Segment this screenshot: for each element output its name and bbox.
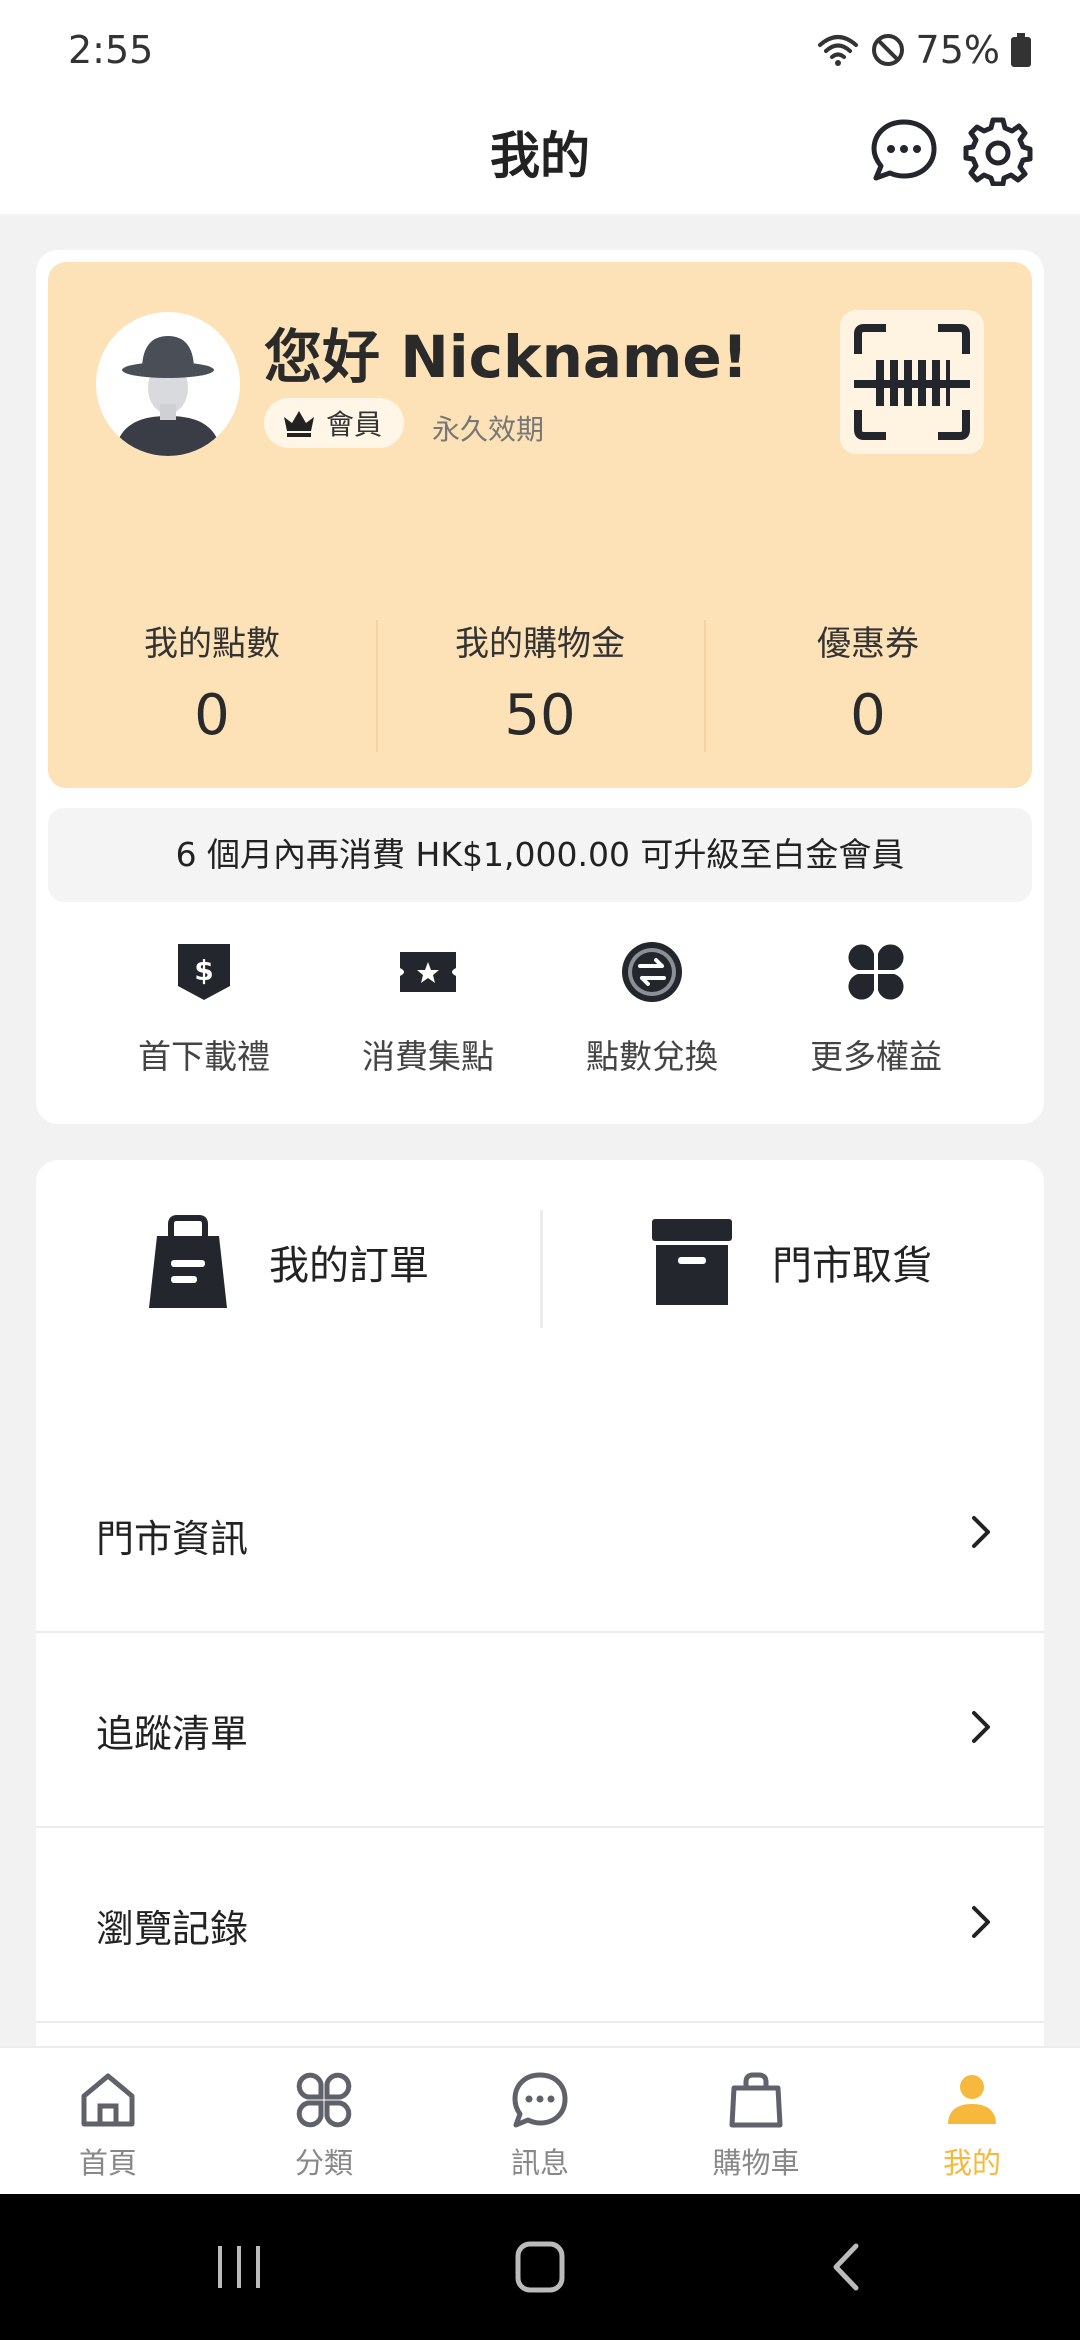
system-nav-bar [0, 2194, 1080, 2340]
tab-category[interactable]: 分類 [216, 2048, 432, 2194]
wifi-icon [817, 35, 858, 66]
tab-label: 購物車 [712, 2146, 800, 2180]
cart-icon [729, 2072, 783, 2128]
member-barcode-button[interactable] [840, 310, 984, 454]
stat-label: 優惠券 [817, 624, 919, 664]
my-orders-button[interactable]: 我的訂單 [36, 1160, 540, 1364]
stats-row: 我的點數 0 我的購物金 50 優惠券 0 [48, 612, 1032, 762]
stat-coupons[interactable]: 優惠券 0 [704, 612, 1032, 762]
category-icon [296, 2072, 352, 2128]
menu-item-label: 門市資訊 [96, 1517, 249, 1561]
home-icon [81, 2073, 135, 2127]
battery-percent: 75% [915, 28, 1000, 72]
benefit-label: 更多權益 [810, 1037, 942, 1076]
tab-profile[interactable]: 我的 [864, 2048, 1080, 2194]
stat-value: 0 [850, 683, 886, 748]
upgrade-notice: 6 個月內再消費 HK$1,000.00 可升級至白金會員 [48, 808, 1032, 902]
member-card: 您好 Nickname! 會員 永久效期 我的點數 0 我的購物金 50 優惠券… [36, 250, 1044, 1124]
tab-label: 我的 [942, 2146, 1001, 2180]
chevron-right-icon [972, 1516, 990, 1548]
order-shortcuts: 我的訂單 門市取貨 [36, 1160, 1044, 1364]
menu-item-label: 追蹤清單 [96, 1712, 249, 1756]
crown-icon [284, 411, 314, 437]
tab-label: 首頁 [78, 2146, 137, 2180]
my-orders-label: 我的訂單 [269, 1243, 429, 1289]
message-icon [512, 2072, 568, 2128]
store-pickup-label: 門市取貨 [772, 1243, 932, 1289]
status-time: 2:55 [68, 28, 154, 72]
stat-points[interactable]: 我的點數 0 [48, 612, 376, 762]
dollar-shield-icon: $ [178, 944, 230, 1000]
battery-icon [1011, 33, 1031, 67]
stat-label: 我的購物金 [455, 624, 625, 664]
profile-icon [948, 2075, 996, 2124]
barcode-scan-icon [854, 324, 970, 440]
benefit-label: 點數兌換 [586, 1037, 718, 1076]
svg-text:$: $ [194, 954, 213, 987]
menu-item-browsing-history[interactable]: 瀏覽記錄 [36, 1828, 1044, 2023]
benefit-label: 首下載禮 [138, 1037, 270, 1076]
bottom-tab-bar: 首頁 分類 訊息 購物車 我的 [0, 2046, 1080, 2194]
benefit-collect-points[interactable]: 消費集點 [316, 940, 540, 1090]
chevron-right-icon [972, 1711, 990, 1743]
back-nav-icon[interactable] [826, 2240, 866, 2294]
stat-label: 我的點數 [144, 624, 280, 664]
avatar-icon [96, 312, 240, 456]
menu-item-watchlist[interactable]: 追蹤清單 [36, 1633, 1044, 1828]
page-header: 我的 [0, 100, 1080, 214]
more-grid-icon [848, 944, 904, 1000]
stat-shopping-credit[interactable]: 我的購物金 50 [376, 612, 704, 762]
chevron-right-icon [972, 1906, 990, 1938]
stat-value: 0 [194, 683, 230, 748]
do-not-disturb-icon [871, 34, 904, 66]
benefit-download-gift[interactable]: $ 首下載禮 [92, 940, 316, 1090]
status-bar: 2:55 75% [0, 0, 1080, 100]
membership-validity: 永久效期 [432, 413, 545, 446]
member-tier-badge: 會員 [264, 398, 405, 448]
exchange-icon [622, 942, 682, 1002]
chat-icon[interactable] [868, 114, 940, 186]
shopping-bag-icon [149, 1215, 227, 1308]
archive-box-icon [652, 1219, 732, 1305]
tab-label: 分類 [294, 2146, 353, 2180]
tab-cart[interactable]: 購物車 [648, 2048, 864, 2194]
recent-apps-icon[interactable] [214, 2242, 264, 2292]
profile-panel: 您好 Nickname! 會員 永久效期 我的點數 0 我的購物金 50 優惠券… [48, 262, 1032, 788]
member-tier-label: 會員 [326, 408, 383, 441]
greeting-text: 您好 Nickname! [264, 323, 749, 391]
avatar[interactable] [96, 312, 240, 456]
menu-item-label: 瀏覽記錄 [96, 1907, 249, 1951]
benefit-more[interactable]: 更多權益 [764, 940, 988, 1090]
tab-label: 訊息 [510, 2146, 569, 2180]
gear-icon[interactable] [962, 114, 1034, 186]
status-icons: 75% [816, 28, 1032, 72]
benefit-points-exchange[interactable]: 點數兌換 [540, 940, 764, 1090]
tab-messages[interactable]: 訊息 [432, 2048, 648, 2194]
star-ticket-icon [400, 952, 456, 992]
menu-item-store-info[interactable]: 門市資訊 [36, 1438, 1044, 1633]
benefit-label: 消費集點 [362, 1037, 494, 1076]
benefits-row: $ 首下載禮 消費集點 點數兌換 更多權益 [36, 940, 1044, 1090]
stat-value: 50 [504, 683, 576, 748]
store-pickup-button[interactable]: 門市取貨 [540, 1160, 1044, 1364]
tab-home[interactable]: 首頁 [0, 2048, 216, 2194]
home-nav-icon[interactable] [514, 2240, 566, 2294]
